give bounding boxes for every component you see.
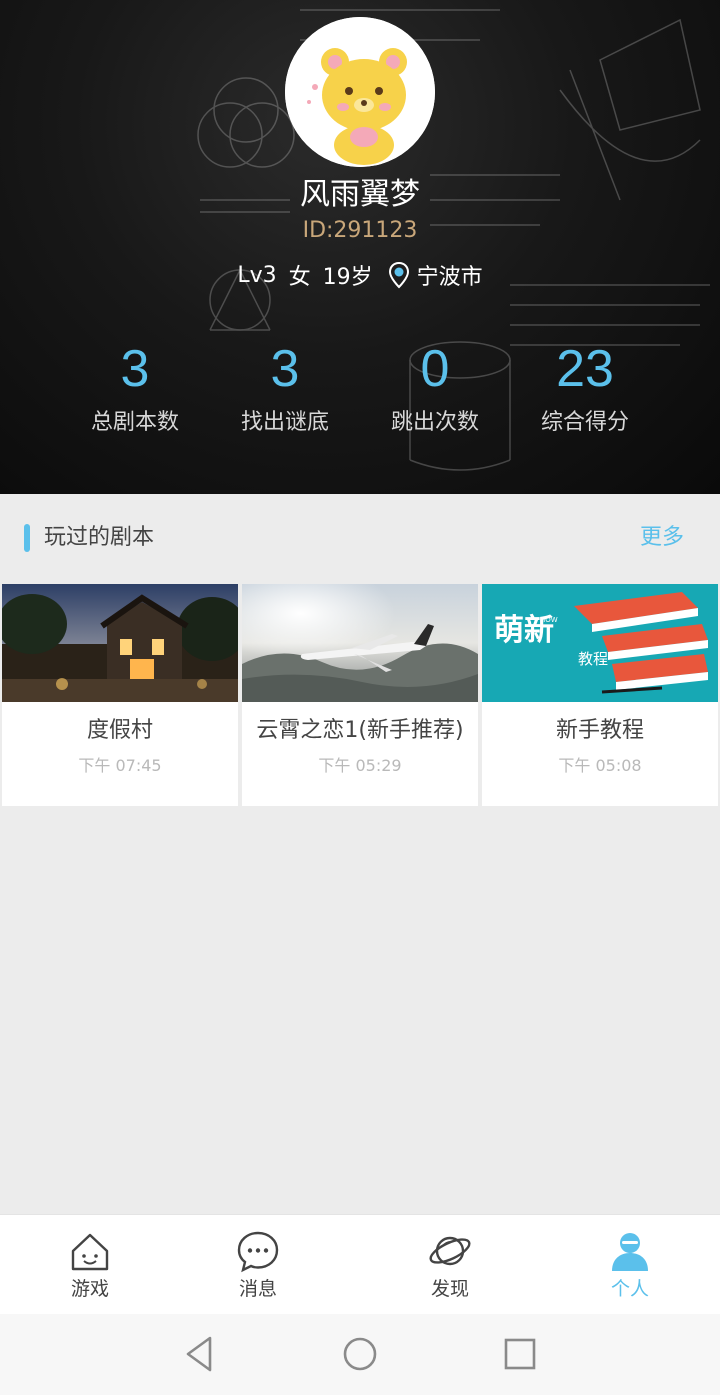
script-card-sky-love[interactable]: 云霄之恋1(新手推荐) 下午 05:29 xyxy=(242,584,478,806)
tab-label: 游戏 xyxy=(70,1278,109,1300)
house-icon xyxy=(68,1229,112,1273)
chat-icon xyxy=(236,1229,280,1273)
stat-quits[interactable]: 0 跳出次数 xyxy=(360,335,510,445)
recents-icon[interactable] xyxy=(500,1334,540,1374)
stat-value: 0 xyxy=(420,340,450,398)
stats-row: 3 总剧本数 3 找出谜底 0 跳出次数 23 综合得分 xyxy=(60,335,660,445)
script-title: 新手教程 xyxy=(555,718,644,743)
stat-label: 综合得分 xyxy=(540,410,629,435)
script-card-resort[interactable]: 度假村 下午 07:45 xyxy=(2,584,238,806)
tab-label: 发现 xyxy=(430,1278,469,1300)
age: 19岁 xyxy=(322,265,373,290)
avatar[interactable] xyxy=(285,17,435,167)
script-time: 下午 07:45 xyxy=(78,756,162,775)
script-thumbnail: 萌新 HOW 教程 xyxy=(482,584,718,702)
bottom-tab-bar: 游戏 消息 发现 个人 xyxy=(0,1214,720,1314)
script-thumbnail xyxy=(2,584,238,702)
script-time: 下午 05:29 xyxy=(318,756,402,775)
tab-games[interactable]: 游戏 xyxy=(30,1215,150,1315)
gender: 女 xyxy=(288,265,311,290)
thumb-text-small: 教程 xyxy=(578,650,608,668)
stat-total-scripts[interactable]: 3 总剧本数 xyxy=(60,335,210,445)
stat-label: 总剧本数 xyxy=(90,410,179,435)
tab-discover[interactable]: 发现 xyxy=(390,1215,510,1315)
played-scripts-header: 玩过的剧本 更多 xyxy=(0,494,720,584)
stat-score[interactable]: 23 综合得分 xyxy=(510,335,660,445)
tab-label: 消息 xyxy=(238,1278,277,1300)
script-card-tutorial[interactable]: 萌新 HOW 教程 新手教程 下午 05:08 xyxy=(482,584,718,806)
script-time: 下午 05:08 xyxy=(558,756,642,775)
back-icon[interactable] xyxy=(180,1334,220,1374)
script-title: 云霄之恋1(新手推荐) xyxy=(256,718,464,743)
more-link[interactable]: 更多 xyxy=(640,522,684,554)
planet-icon xyxy=(428,1229,472,1273)
section-accent-bar xyxy=(24,524,30,552)
tab-profile[interactable]: 个人 xyxy=(570,1215,690,1315)
stat-solved[interactable]: 3 找出谜底 xyxy=(210,335,360,445)
script-thumbnail xyxy=(242,584,478,702)
bear-avatar-image xyxy=(285,17,435,167)
profile-header: 风雨翼梦 ID:291123 Lv3 女 19岁 宁波市 3 总剧本数 3 找出… xyxy=(0,0,720,494)
stat-value: 23 xyxy=(556,340,614,398)
location-pin-icon xyxy=(387,261,411,289)
user-id: ID:291123 xyxy=(302,218,418,243)
thumb-text-tiny: HOW xyxy=(540,616,558,624)
section-title: 玩过的剧本 xyxy=(44,525,155,550)
played-scripts-list: 度假村 下午 07:45 云霄之恋1(新手推荐) 下午 05:29 萌新 HOW… xyxy=(2,584,718,806)
system-navigation-bar xyxy=(0,1314,720,1395)
tab-messages[interactable]: 消息 xyxy=(198,1215,318,1315)
stat-value: 3 xyxy=(270,340,300,398)
stat-label: 找出谜底 xyxy=(240,410,329,435)
nickname: 风雨翼梦 xyxy=(300,177,420,212)
person-icon xyxy=(608,1229,652,1273)
script-title: 度假村 xyxy=(86,718,153,743)
level-badge: Lv3 xyxy=(237,262,277,288)
home-icon[interactable] xyxy=(340,1334,380,1374)
stat-value: 3 xyxy=(120,340,150,398)
stat-label: 跳出次数 xyxy=(390,410,479,435)
tab-label: 个人 xyxy=(610,1278,649,1300)
city: 宁波市 xyxy=(416,265,483,290)
profile-meta: Lv3 女 19岁 宁波市 xyxy=(0,258,720,292)
